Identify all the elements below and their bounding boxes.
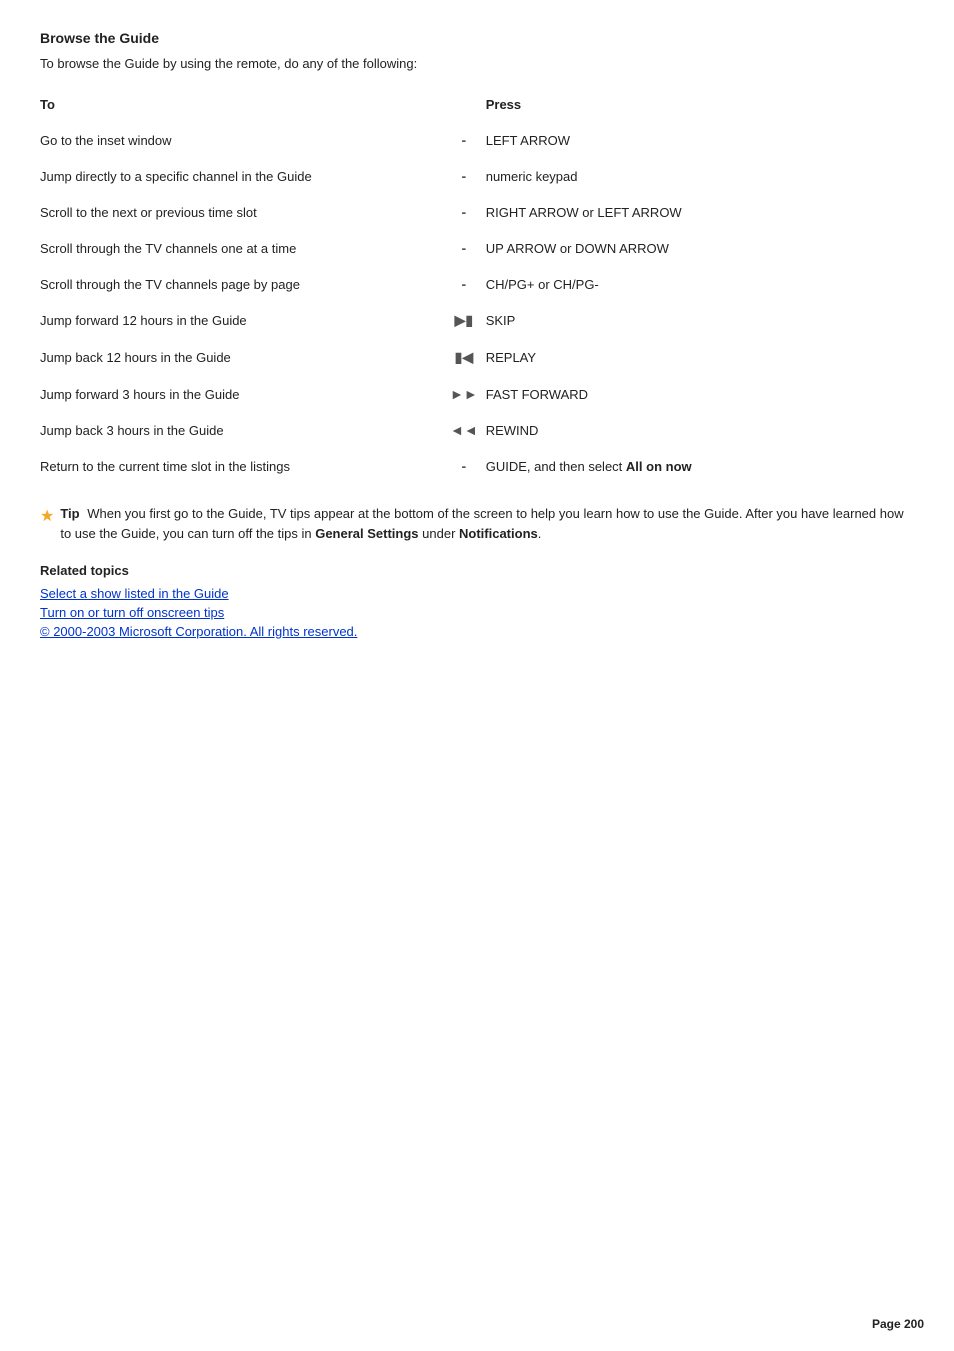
tip-bold1: General Settings <box>315 526 418 541</box>
guide-table: To Press Go to the inset window-LEFT ARR… <box>40 91 914 484</box>
press-cell: REPLAY <box>486 339 914 376</box>
action-cell: Scroll through the TV channels one at a … <box>40 230 442 266</box>
action-cell: Return to the current time slot in the l… <box>40 448 442 484</box>
action-cell: Jump directly to a specific channel in t… <box>40 158 442 194</box>
intro-text: To browse the Guide by using the remote,… <box>40 56 914 71</box>
press-cell: numeric keypad <box>486 158 914 194</box>
action-cell: Jump back 3 hours in the Guide <box>40 412 442 448</box>
icon-cell: - <box>442 194 486 230</box>
table-row: Scroll to the next or previous time slot… <box>40 194 914 230</box>
icon-cell: ►► <box>442 376 486 412</box>
col-press-header: Press <box>486 91 914 122</box>
action-cell: Go to the inset window <box>40 122 442 158</box>
table-row: Return to the current time slot in the l… <box>40 448 914 484</box>
icon-cell: - <box>442 122 486 158</box>
action-cell: Scroll to the next or previous time slot <box>40 194 442 230</box>
tip-icon: ★ <box>40 505 54 529</box>
related-link[interactable]: Turn on or turn off onscreen tips <box>40 605 914 620</box>
press-cell: RIGHT ARROW or LEFT ARROW <box>486 194 914 230</box>
page-title: Browse the Guide <box>40 30 914 46</box>
press-cell: FAST FORWARD <box>486 376 914 412</box>
icon-cell: - <box>442 448 486 484</box>
related-link[interactable]: © 2000-2003 Microsoft Corporation. All r… <box>40 624 914 639</box>
action-cell: Scroll through the TV channels page by p… <box>40 266 442 302</box>
press-cell: CH/PG+ or CH/PG- <box>486 266 914 302</box>
icon-cell: - <box>442 158 486 194</box>
press-cell: LEFT ARROW <box>486 122 914 158</box>
icon-cell: ▶▮ <box>442 302 486 339</box>
icon-cell: ◄◄ <box>442 412 486 448</box>
icon-cell: ▮◀ <box>442 339 486 376</box>
table-row: Go to the inset window-LEFT ARROW <box>40 122 914 158</box>
related-link[interactable]: Select a show listed in the Guide <box>40 586 914 601</box>
page-number: Page 200 <box>872 1317 924 1331</box>
tip-mid: under <box>419 526 459 541</box>
tip-box: ★ Tip When you first go to the Guide, TV… <box>40 504 914 543</box>
col-to-header: To <box>40 91 442 122</box>
col-dash-header <box>442 91 486 122</box>
related-topics-title: Related topics <box>40 563 914 578</box>
table-row: Scroll through the TV channels one at a … <box>40 230 914 266</box>
table-row: Jump back 12 hours in the Guide▮◀REPLAY <box>40 339 914 376</box>
press-cell: GUIDE, and then select All on now <box>486 448 914 484</box>
tip-end: . <box>538 526 542 541</box>
action-cell: Jump back 12 hours in the Guide <box>40 339 442 376</box>
table-row: Jump forward 12 hours in the Guide▶▮SKIP <box>40 302 914 339</box>
press-cell: SKIP <box>486 302 914 339</box>
action-cell: Jump forward 12 hours in the Guide <box>40 302 442 339</box>
icon-cell: - <box>442 230 486 266</box>
press-cell: UP ARROW or DOWN ARROW <box>486 230 914 266</box>
tip-content: Tip When you first go to the Guide, TV t… <box>60 504 914 543</box>
related-links: Select a show listed in the Guide Turn on… <box>40 586 914 639</box>
action-cell: Jump forward 3 hours in the Guide <box>40 376 442 412</box>
tip-bold2: Notifications <box>459 526 538 541</box>
icon-cell: - <box>442 266 486 302</box>
tip-label: Tip <box>60 506 79 521</box>
table-row: Jump back 3 hours in the Guide◄◄REWIND <box>40 412 914 448</box>
press-cell: REWIND <box>486 412 914 448</box>
table-row: Jump forward 3 hours in the Guide►►FAST … <box>40 376 914 412</box>
table-row: Scroll through the TV channels page by p… <box>40 266 914 302</box>
table-row: Jump directly to a specific channel in t… <box>40 158 914 194</box>
